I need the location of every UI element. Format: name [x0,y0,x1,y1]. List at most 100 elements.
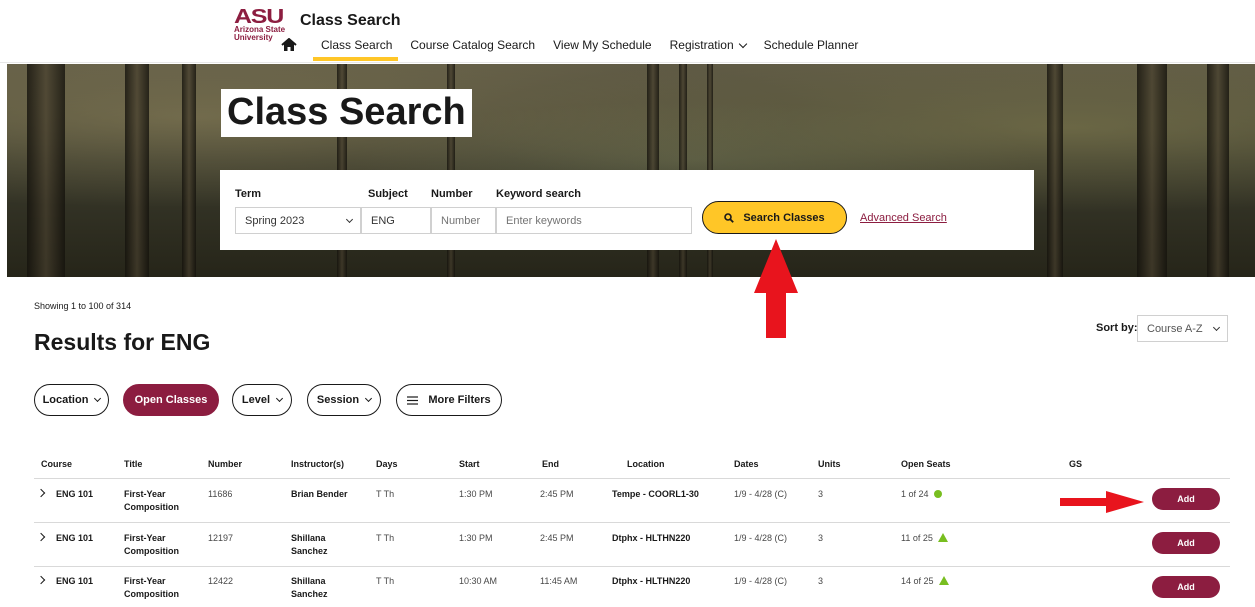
annotation-arrow-right [1060,491,1144,513]
chevron-right-icon[interactable] [36,488,46,498]
site-header: ASU Arizona State University Class Searc… [0,0,1255,63]
col-end[interactable]: End [542,459,559,469]
row-number: 11686 [208,489,233,499]
row-units: 3 [818,533,824,543]
col-location[interactable]: Location [627,459,665,469]
add-button[interactable]: Add [1152,576,1220,598]
chevron-down-icon [365,394,373,402]
row-open-seats-text: 11 of 25 [901,533,933,543]
site-title[interactable]: Class Search [300,12,401,30]
term-select[interactable]: Spring 2023 [235,207,361,234]
annotation-arrow-up [754,239,798,338]
sort-label: Sort by: [1096,322,1138,334]
row-title-line2: Composition [124,502,179,512]
filter-more-filters-label: More Filters [428,394,491,406]
nav-view-my-schedule[interactable]: View My Schedule [553,38,652,61]
row-divider [34,478,1230,479]
row-instructor-line1[interactable]: Shillana [291,575,326,587]
home-icon[interactable] [279,38,299,52]
row-course[interactable]: ENG 101 [56,575,93,587]
row-open-seats: 1 of 24 [901,488,942,500]
main-nav: Class Search Course Catalog Search View … [279,38,876,63]
row-start: 1:30 PM [459,533,493,543]
row-dates: 1/9 - 4/28 (C) [734,533,788,543]
row-dates: 1/9 - 4/28 (C) [734,576,788,586]
row-instructor-line1[interactable]: Brian Bender [291,488,348,500]
search-icon [724,212,735,223]
row-title-line1: First-Year [124,576,166,586]
hero-palm-trunk [1207,64,1229,277]
filter-open-classes[interactable]: Open Classes [123,384,219,416]
row-title-line2: Composition [124,546,179,556]
col-days[interactable]: Days [376,459,398,469]
hero-title: Class Search [221,89,472,137]
col-open-seats[interactable]: Open Seats [901,459,951,469]
nav-registration-label: Registration [669,38,734,52]
chevron-right-icon[interactable] [36,532,46,542]
filter-location-label: Location [42,394,89,406]
row-number: 12197 [208,533,234,543]
row-course[interactable]: ENG 101 [56,488,93,500]
hero-palm-trunk [125,64,149,277]
hero-palm-trunk [1137,64,1167,277]
nav-class-search[interactable]: Class Search [312,38,399,61]
logo-mark: ASU [234,6,284,28]
col-title[interactable]: Title [124,459,142,469]
col-instructors[interactable]: Instructor(s) [291,459,344,469]
row-start: 10:30 AM [459,576,498,586]
col-course[interactable]: Course [41,459,72,469]
row-days: T Th [376,533,395,543]
row-units: 3 [818,576,824,586]
row-location[interactable]: Dtphx - HLTHN220 [612,532,690,544]
row-instructor-line2[interactable]: Sanchez [291,545,328,557]
row-end: 2:45 PM [540,533,574,543]
open-seats-circle-icon [933,490,942,498]
keyword-label: Keyword search [496,188,581,200]
filter-level[interactable]: Level [232,384,292,416]
filter-session[interactable]: Session [307,384,381,416]
sort-select[interactable]: Course A-Z [1137,315,1228,342]
advanced-search-link[interactable]: Advanced Search [860,212,947,224]
chevron-down-icon [345,215,354,224]
row-course[interactable]: ENG 101 [56,532,93,544]
hero-palm-trunk [27,64,65,277]
row-location[interactable]: Tempe - COORL1-30 [612,488,699,500]
hero-palm-trunk [1047,64,1063,277]
subject-label: Subject [368,188,408,200]
col-units[interactable]: Units [818,459,841,469]
filter-level-label: Level [241,394,271,406]
nav-registration[interactable]: Registration [669,38,747,61]
chevron-right-icon[interactable] [36,575,46,585]
row-divider [34,566,1230,567]
nav-schedule-planner[interactable]: Schedule Planner [764,38,859,61]
col-number[interactable]: Number [208,459,242,469]
nav-course-catalog-search[interactable]: Course Catalog Search [410,38,535,61]
filter-location[interactable]: Location [34,384,109,416]
row-instructor-line2[interactable]: Sanchez [291,588,328,600]
col-gs[interactable]: GS [1069,459,1082,469]
search-classes-label: Search Classes [743,211,825,224]
row-open-seats-text: 1 of 24 [901,489,929,499]
number-input[interactable]: Number [431,207,496,234]
row-end: 11:45 AM [540,576,578,586]
sliders-icon [407,395,419,405]
add-button[interactable]: Add [1152,488,1220,510]
filter-more-filters[interactable]: More Filters [396,384,502,416]
add-button[interactable]: Add [1152,532,1220,554]
results-count: Showing 1 to 100 of 314 [34,301,132,311]
col-dates[interactable]: Dates [734,459,759,469]
col-start[interactable]: Start [459,459,480,469]
row-location[interactable]: Dtphx - HLTHN220 [612,575,690,587]
sort-value: Course A-Z [1147,323,1203,335]
row-start: 1:30 PM [459,489,493,499]
search-classes-button[interactable]: Search Classes [702,201,847,234]
row-end: 2:45 PM [540,489,574,499]
keyword-input[interactable]: Enter keywords [496,207,692,234]
row-divider [34,522,1230,523]
subject-input[interactable]: ENG [361,207,431,234]
filter-open-classes-label: Open Classes [134,394,208,406]
results-title: Results for ENG [34,329,211,355]
row-instructor-line1[interactable]: Shillana [291,532,326,544]
row-title-line1: First-Year [124,489,166,499]
row-open-seats: 14 of 25 [901,575,949,587]
